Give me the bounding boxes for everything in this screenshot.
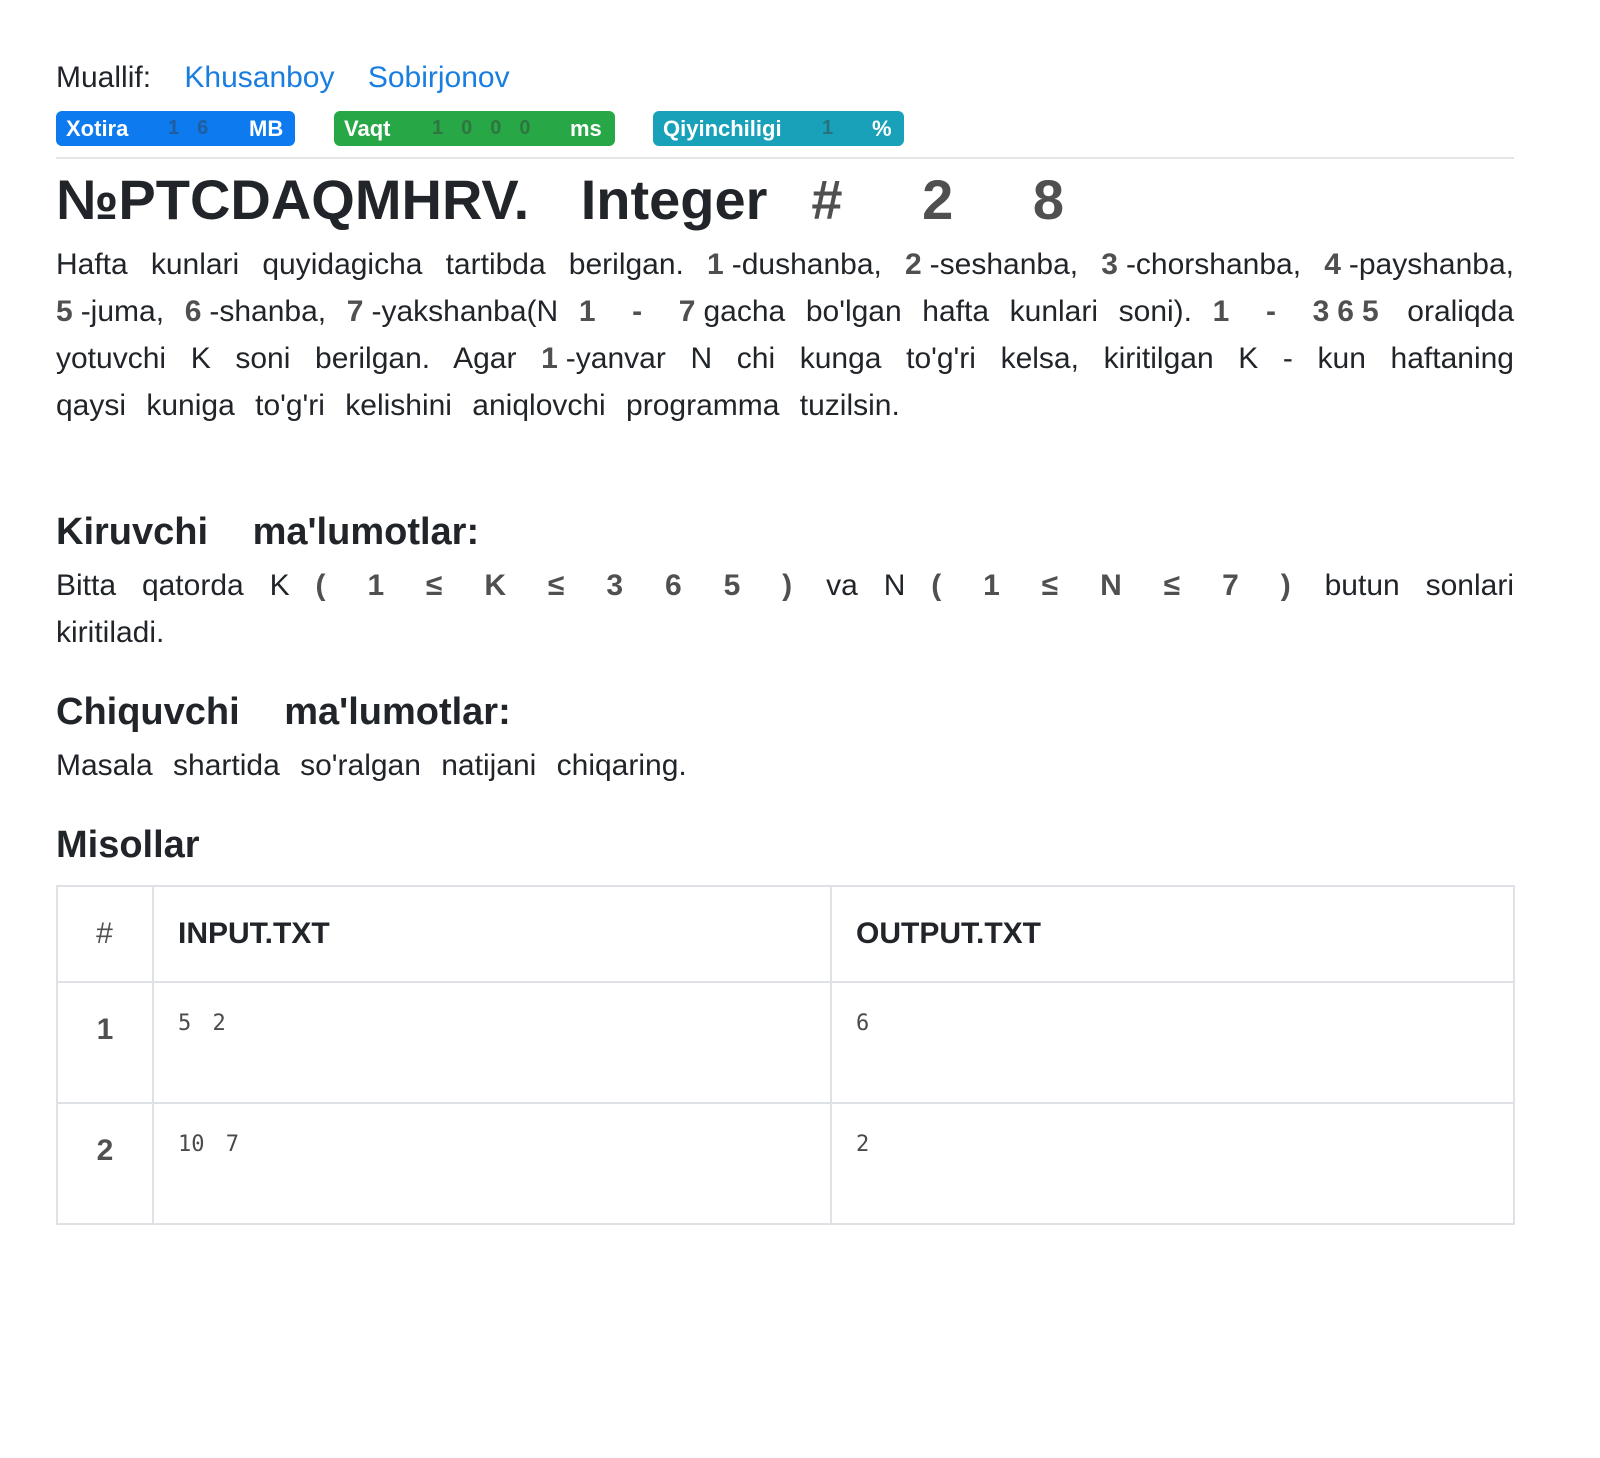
memory-unit: MB	[249, 116, 284, 141]
author-last-name-link[interactable]: Sobirjonov	[368, 61, 510, 94]
memory-limit-badge: Xotira 16 MB	[56, 111, 295, 146]
statement-number: 1 - 365	[1212, 295, 1387, 328]
time-limit-badge: Vaqt 1000 ms	[334, 111, 615, 146]
difficulty-unit: %	[872, 116, 892, 141]
input-heading: Kiruvchi ma'lumotlar:	[56, 511, 480, 553]
table-header-row: # INPUT.TXT OUTPUT.TXT	[56, 885, 1515, 983]
column-header-input: INPUT.TXT	[152, 885, 832, 983]
input-constraint: ( 1 ≤ N ≤ 7 )	[931, 569, 1299, 602]
table-row: 2 10 7 2	[56, 1102, 1515, 1225]
difficulty-badge: Qiyinchiligi 1 %	[653, 111, 904, 146]
column-header-output: OUTPUT.TXT	[830, 885, 1515, 983]
time-label: Vaqt	[344, 116, 391, 141]
statement-text: -dushanba,	[731, 248, 882, 281]
column-header-number: #	[56, 885, 154, 983]
input-constraint: ( 1 ≤ K ≤ 3 6 5 )	[315, 569, 801, 602]
problem-name: Integer	[580, 168, 768, 231]
statement-number: 3	[1101, 248, 1126, 281]
input-description: Bitta qatorda K ( 1 ≤ K ≤ 3 6 5 ) va N (…	[56, 562, 1514, 656]
example-number: 2	[56, 1102, 154, 1225]
problem-title: №PTCDAQMHRV. Integer # 2 8	[56, 166, 1086, 234]
statement-number: 4	[1324, 248, 1349, 281]
statement-number: 7	[346, 295, 372, 328]
memory-label: Xotira	[66, 116, 129, 141]
author-first-name-link[interactable]: Khusanboy	[184, 61, 334, 94]
statement-text: -payshanba,	[1348, 248, 1514, 281]
output-heading: Chiquvchi ma'lumotlar:	[56, 691, 511, 733]
example-input: 5 2	[152, 981, 832, 1104]
statement-number: 6	[184, 295, 210, 328]
time-value: 1000	[432, 117, 549, 139]
example-input: 10 7	[152, 1102, 832, 1225]
difficulty-label: Qiyinchiligi	[663, 116, 782, 141]
author-label: Muallif:	[56, 61, 152, 94]
statement-number: 5	[56, 295, 81, 328]
statement-text: -chorshanba,	[1125, 248, 1302, 281]
memory-value: 16	[168, 117, 227, 139]
statement-text: gacha bo'lgan hafta kunlari soni).	[703, 295, 1193, 328]
example-output: 6	[830, 981, 1515, 1104]
input-text: va N	[826, 569, 906, 602]
examples-table: # INPUT.TXT OUTPUT.TXT 1 5 2 6 2 10 7 2	[56, 885, 1515, 1225]
statement-text: -yakshanba(N	[371, 295, 559, 328]
statement-number: 1	[707, 248, 732, 281]
time-unit: ms	[570, 116, 602, 141]
input-text: Bitta qatorda K	[56, 569, 290, 602]
statement-number: 1 - 7	[578, 295, 704, 328]
example-number: 1	[56, 981, 154, 1104]
difficulty-value: 1	[822, 117, 852, 139]
statement-number: 2	[904, 248, 930, 281]
table-row: 1 5 2 6	[56, 981, 1515, 1104]
author-line: Muallif: Khusanboy Sobirjonov	[56, 58, 510, 98]
example-output: 2	[830, 1102, 1515, 1225]
statement-number: 1	[541, 342, 566, 375]
statement-text: -juma,	[80, 295, 165, 328]
problem-hash: # 2 8	[811, 168, 1086, 231]
statement-text: Hafta kunlari quyidagicha tartibda beril…	[56, 248, 684, 281]
divider	[56, 157, 1514, 159]
statement-text: -seshanba,	[929, 248, 1079, 281]
statement-text: -shanba,	[209, 295, 327, 328]
output-description: Masala shartida so'ralgan natijani chiqa…	[56, 749, 687, 782]
examples-heading: Misollar	[56, 824, 200, 866]
problem-code: №PTCDAQMHRV.	[56, 168, 530, 231]
problem-page: Muallif: Khusanboy Sobirjonov Xotira 16 …	[0, 0, 1600, 1458]
problem-statement: Hafta kunlari quyidagicha tartibda beril…	[56, 241, 1514, 429]
